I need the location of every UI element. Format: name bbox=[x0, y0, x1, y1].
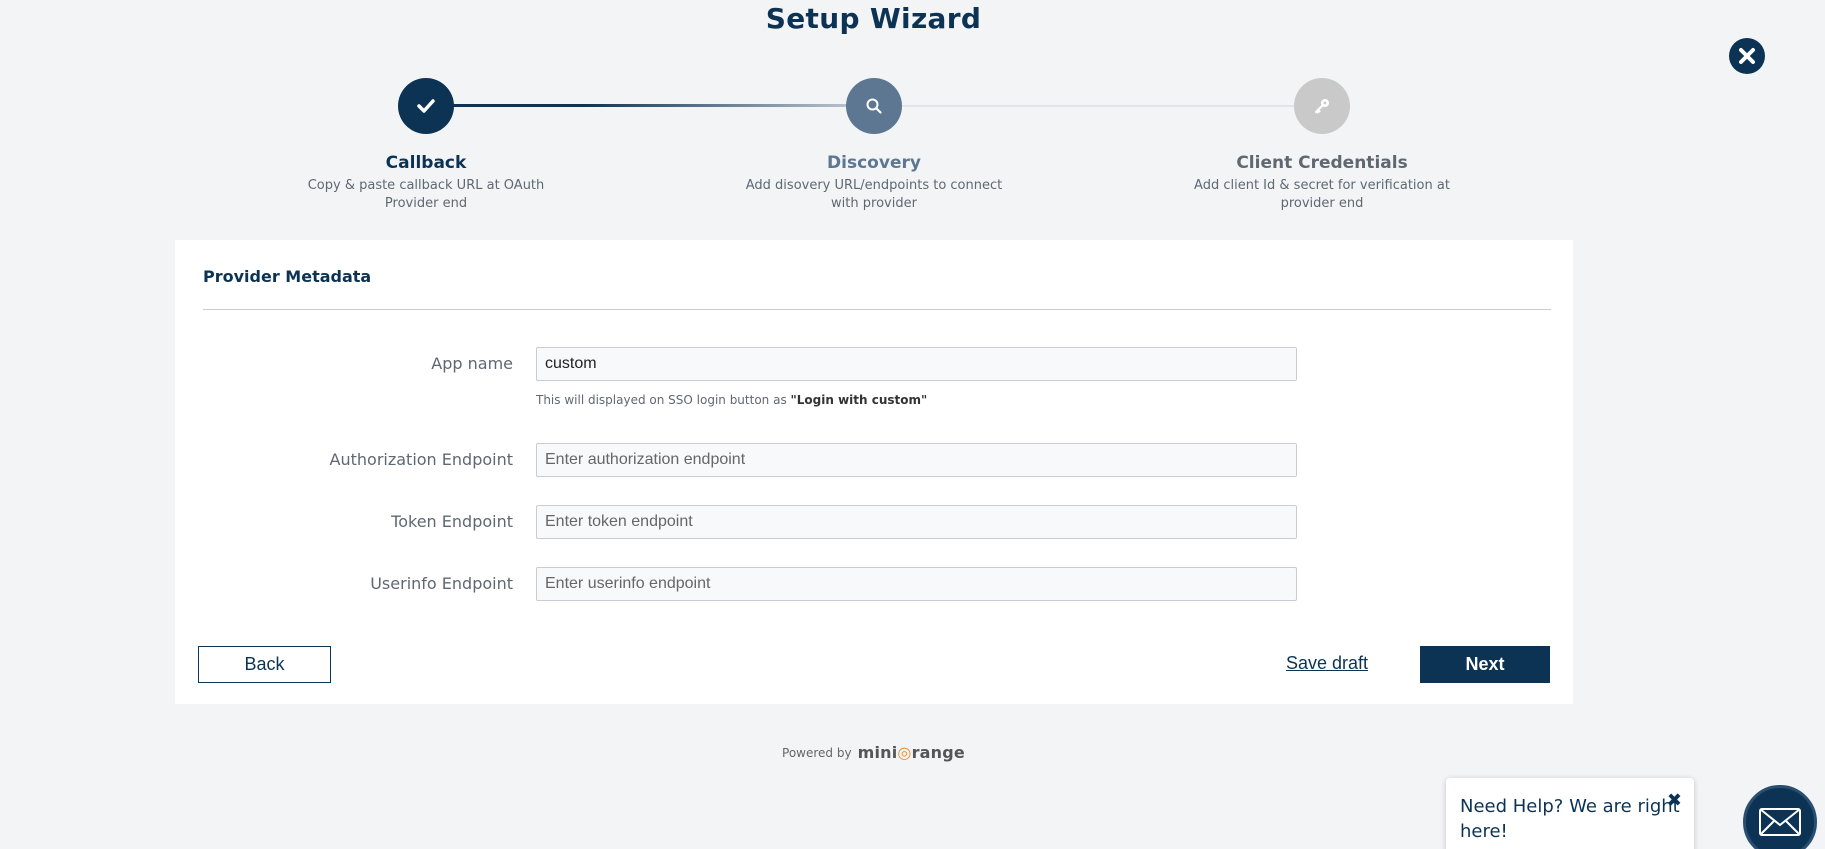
close-icon bbox=[1739, 48, 1755, 64]
section-title: Provider Metadata bbox=[203, 267, 372, 286]
app-name-input[interactable] bbox=[536, 347, 1297, 381]
back-button[interactable]: Back bbox=[198, 646, 331, 683]
step-credentials-description: Add client Id & secret for verification … bbox=[1194, 178, 1450, 211]
page-title: Setup Wizard bbox=[765, 2, 982, 35]
close-wizard-button[interactable] bbox=[1729, 38, 1765, 74]
check-icon bbox=[417, 99, 435, 113]
step-callback-title: Callback bbox=[385, 153, 467, 173]
token-endpoint-input[interactable] bbox=[536, 505, 1297, 539]
step-connector-1 bbox=[425, 104, 873, 107]
miniorange-logo: mini◎range bbox=[857, 743, 965, 762]
search-icon bbox=[866, 98, 882, 114]
step-credentials-circle[interactable] bbox=[1294, 78, 1350, 134]
hint-button-text: "Login with custom" bbox=[790, 393, 928, 407]
powered-by: Powered by mini◎range bbox=[0, 743, 1747, 762]
help-text: Need Help? We are right here! bbox=[1460, 796, 1680, 842]
step-discovery-circle[interactable] bbox=[846, 78, 902, 134]
contact-mail-button[interactable] bbox=[1743, 785, 1817, 849]
userinfo-endpoint-label: Userinfo Endpoint bbox=[370, 574, 513, 593]
step-callback-circle[interactable] bbox=[398, 78, 454, 134]
app-name-hint: This will displayed on SSO login button … bbox=[536, 393, 927, 407]
provider-metadata-card: Provider Metadata App name This will dis… bbox=[175, 240, 1573, 704]
save-draft-link[interactable]: Save draft bbox=[1286, 653, 1368, 674]
step-discovery-title: Discovery bbox=[827, 153, 921, 173]
token-endpoint-label: Token Endpoint bbox=[391, 512, 513, 531]
step-connector-2 bbox=[873, 105, 1321, 107]
hint-text: This will displayed on SSO login button … bbox=[536, 393, 787, 407]
next-button[interactable]: Next bbox=[1420, 646, 1550, 683]
powered-by-text: Powered by bbox=[782, 745, 852, 760]
authorization-endpoint-label: Authorization Endpoint bbox=[329, 450, 513, 469]
mail-icon bbox=[1759, 808, 1801, 836]
step-callback-description: Copy & paste callback URL at OAuth Provi… bbox=[307, 178, 545, 211]
userinfo-endpoint-input[interactable] bbox=[536, 567, 1297, 601]
section-divider bbox=[203, 309, 1551, 310]
key-icon bbox=[1314, 99, 1329, 114]
step-credentials-title: Client Credentials bbox=[1236, 153, 1408, 173]
help-popup: Need Help? We are right here! ✖ bbox=[1446, 778, 1694, 849]
app-name-label: App name bbox=[431, 354, 513, 373]
authorization-endpoint-input[interactable] bbox=[536, 443, 1297, 477]
step-discovery-description: Add disovery URL/endpoints to connect wi… bbox=[745, 178, 1003, 211]
help-close-icon[interactable]: ✖ bbox=[1667, 788, 1682, 813]
